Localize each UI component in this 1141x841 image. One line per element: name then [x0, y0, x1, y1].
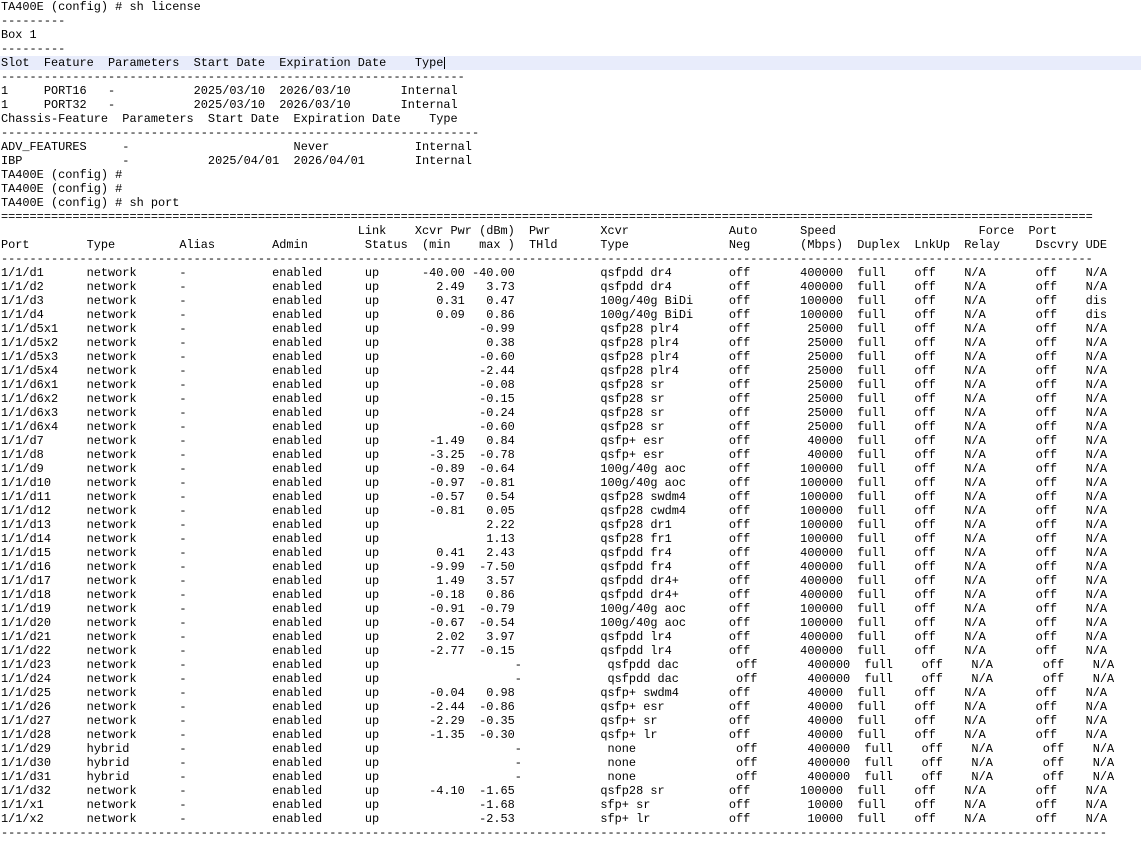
- terminal-line: 1/1/d23 network - enabled up - qsfpdd da…: [1, 658, 1115, 672]
- terminal-line: 1/1/d15 network - enabled up 0.41 2.43 q…: [1, 546, 1108, 560]
- terminal-line: 1/1/d24 network - enabled up - qsfpdd da…: [1, 672, 1115, 686]
- terminal-line: 1/1/d26 network - enabled up -2.44 -0.86…: [1, 700, 1108, 714]
- terminal-line: 1/1/d19 network - enabled up -0.91 -0.79…: [1, 602, 1108, 616]
- terminal-line: ----------------------------------------…: [1, 826, 1108, 840]
- terminal-line: 1/1/d5x2 network - enabled up 0.38 qsfp2…: [1, 336, 1108, 350]
- terminal-line: 1/1/d17 network - enabled up 1.49 3.57 q…: [1, 574, 1108, 588]
- terminal-line: 1/1/d5x4 network - enabled up -2.44 qsfp…: [1, 364, 1108, 378]
- terminal-line: TA400E (config) # sh license: [1, 0, 201, 14]
- terminal-line: TA400E (config) #: [1, 182, 123, 196]
- terminal-line: Link Xcvr Pwr (dBm) Pwr Xcvr Auto Speed …: [1, 224, 1058, 238]
- terminal-line: 1/1/d2 network - enabled up 2.49 3.73 qs…: [1, 280, 1108, 294]
- terminal-line: 1/1/d6x3 network - enabled up -0.24 qsfp…: [1, 406, 1108, 420]
- terminal-line: TA400E (config) # sh port: [1, 196, 180, 210]
- terminal-line: 1/1/d5x3 network - enabled up -0.60 qsfp…: [1, 350, 1108, 364]
- terminal-line: 1/1/d32 network - enabled up -4.10 -1.65…: [1, 784, 1108, 798]
- terminal-line: Port Type Alias Admin Status (min max ) …: [1, 238, 1108, 252]
- terminal-line: 1/1/d29 hybrid - enabled up - none off 4…: [1, 742, 1115, 756]
- terminal-line: 1 PORT32 - 2025/03/10 2026/03/10 Interna…: [1, 98, 458, 112]
- terminal-line: 1/1/d31 hybrid - enabled up - none off 4…: [1, 770, 1115, 784]
- terminal-line: ----------------------------------------…: [1, 126, 480, 140]
- text-cursor: [444, 57, 445, 69]
- terminal-line: 1/1/d6x4 network - enabled up -0.60 qsfp…: [1, 420, 1108, 434]
- terminal-line: 1/1/d12 network - enabled up -0.81 0.05 …: [1, 504, 1108, 518]
- terminal-line: 1 PORT16 - 2025/03/10 2026/03/10 Interna…: [1, 84, 458, 98]
- terminal-line: 1/1/d30 hybrid - enabled up - none off 4…: [1, 756, 1115, 770]
- terminal-line: 1/1/x2 network - enabled up -2.53 sfp+ l…: [1, 812, 1108, 826]
- license-header-line-selected: Slot Feature Parameters Start Date Expir…: [0, 56, 1141, 70]
- terminal-line: 1/1/d11 network - enabled up -0.57 0.54 …: [1, 490, 1108, 504]
- terminal-line: 1/1/d5x1 network - enabled up -0.99 qsfp…: [1, 322, 1108, 336]
- terminal-line: ========================================…: [1, 210, 1093, 224]
- terminal-window[interactable]: TA400E (config) # sh license --------- Box…: [0, 0, 1141, 841]
- terminal-line: 1/1/d28 network - enabled up -1.35 -0.30…: [1, 728, 1108, 742]
- terminal-line: 1/1/d20 network - enabled up -0.67 -0.54…: [1, 616, 1108, 630]
- terminal-line: ADV_FEATURES - Never Internal: [1, 140, 472, 154]
- terminal-line: ---------: [1, 42, 66, 56]
- terminal-line: 1/1/x1 network - enabled up -1.68 sfp+ s…: [1, 798, 1108, 812]
- terminal-line: 1/1/d8 network - enabled up -3.25 -0.78 …: [1, 448, 1108, 462]
- terminal-line: ----------------------------------------…: [1, 70, 465, 84]
- terminal-line: 1/1/d6x2 network - enabled up -0.15 qsfp…: [1, 392, 1108, 406]
- terminal-line: 1/1/d13 network - enabled up 2.22 qsfp28…: [1, 518, 1108, 532]
- terminal-line: 1/1/d27 network - enabled up -2.29 -0.35…: [1, 714, 1108, 728]
- terminal-line: IBP - 2025/04/01 2026/04/01 Internal: [1, 154, 472, 168]
- terminal-line: 1/1/d3 network - enabled up 0.31 0.47 10…: [1, 294, 1108, 308]
- terminal-output: TA400E (config) # sh license --------- Box…: [0, 0, 1141, 840]
- terminal-line: 1/1/d6x1 network - enabled up -0.08 qsfp…: [1, 378, 1108, 392]
- terminal-line: 1/1/d16 network - enabled up -9.99 -7.50…: [1, 560, 1108, 574]
- terminal-line: 1/1/d7 network - enabled up -1.49 0.84 q…: [1, 434, 1108, 448]
- terminal-line: 1/1/d10 network - enabled up -0.97 -0.81…: [1, 476, 1108, 490]
- terminal-line: 1/1/d14 network - enabled up 1.13 qsfp28…: [1, 532, 1108, 546]
- terminal-line: 1/1/d4 network - enabled up 0.09 0.86 10…: [1, 308, 1108, 322]
- terminal-line: Box 1: [1, 28, 37, 42]
- terminal-line: 1/1/d21 network - enabled up 2.02 3.97 q…: [1, 630, 1108, 644]
- terminal-line: ----------------------------------------…: [1, 252, 1093, 266]
- terminal-line: 1/1/d25 network - enabled up -0.04 0.98 …: [1, 686, 1108, 700]
- terminal-line: Chassis-Feature Parameters Start Date Ex…: [1, 112, 458, 126]
- terminal-line: 1/1/d22 network - enabled up -2.77 -0.15…: [1, 644, 1108, 658]
- terminal-line: 1/1/d18 network - enabled up -0.18 0.86 …: [1, 588, 1108, 602]
- terminal-line: 1/1/d1 network - enabled up -40.00 -40.0…: [1, 266, 1108, 280]
- terminal-line: TA400E (config) #: [1, 168, 123, 182]
- terminal-line: ---------: [1, 14, 66, 28]
- terminal-line: 1/1/d9 network - enabled up -0.89 -0.64 …: [1, 462, 1108, 476]
